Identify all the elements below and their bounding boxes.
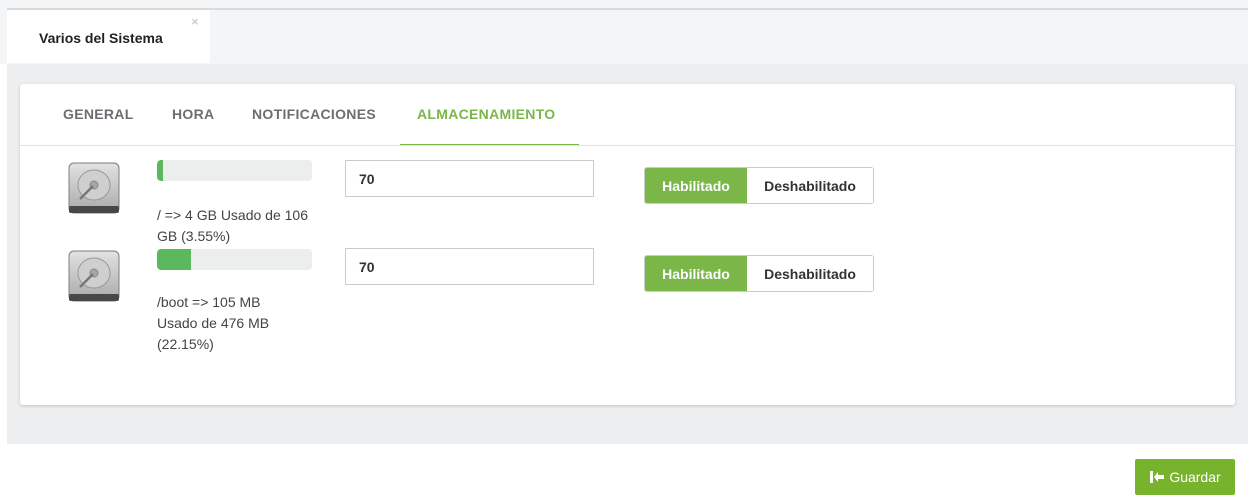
close-icon[interactable]: ×	[191, 15, 199, 28]
usage-bar	[157, 160, 312, 181]
usage-bar-fill	[157, 160, 164, 181]
window-tab-bar: Varios del Sistema ×	[0, 0, 1248, 64]
enabled-button[interactable]: Habilitado	[645, 168, 747, 203]
usage-text: / => 4 GB Usado de 106 GB (3.55%)	[157, 207, 308, 244]
enabled-button[interactable]: Habilitado	[645, 256, 747, 291]
tab-divider	[20, 145, 1235, 146]
usage-bar	[157, 249, 312, 270]
window-tab-title[interactable]: Varios del Sistema	[39, 30, 163, 46]
status-toggle: Habilitado Deshabilitado	[644, 167, 874, 204]
tab-almacenamiento[interactable]: ALMACENAMIENTO	[417, 106, 556, 122]
window-tab[interactable]: Varios del Sistema ×	[7, 10, 210, 63]
save-button[interactable]: Guardar	[1135, 459, 1235, 495]
threshold-input[interactable]	[345, 248, 594, 285]
hard-drive-icon	[68, 162, 120, 214]
share-arrow-icon	[1150, 471, 1165, 483]
disabled-button[interactable]: Deshabilitado	[747, 256, 873, 291]
tab-notificaciones[interactable]: NOTIFICACIONES	[252, 106, 376, 122]
status-toggle: Habilitado Deshabilitado	[644, 255, 874, 292]
disabled-button[interactable]: Deshabilitado	[747, 168, 873, 203]
save-button-label: Guardar	[1169, 469, 1221, 485]
threshold-input[interactable]	[345, 160, 594, 197]
tab-hora[interactable]: HORA	[172, 106, 214, 122]
usage-bar-fill	[157, 249, 192, 270]
usage-text: /boot => 105 MB Usado de 476 MB (22.15%)	[157, 294, 270, 352]
tab-general[interactable]: GENERAL	[63, 106, 134, 122]
hard-drive-icon	[68, 250, 120, 302]
